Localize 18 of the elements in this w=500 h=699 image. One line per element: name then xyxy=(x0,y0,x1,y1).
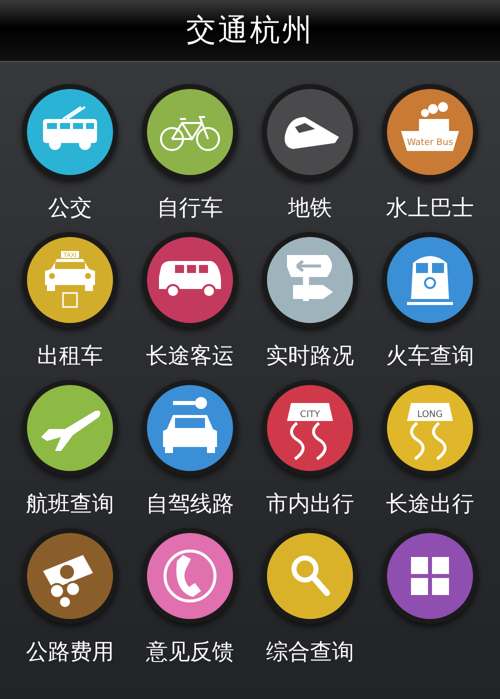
category-label: 实时路况 xyxy=(266,343,354,371)
category-label: 市内出行 xyxy=(266,491,354,519)
category-label: 意见反馈 xyxy=(146,639,234,667)
category-label: 公路费用 xyxy=(26,639,114,667)
category-label: 长途出行 xyxy=(386,491,474,519)
category-label: 航班查询 xyxy=(26,491,114,519)
category-label: 水上巴士 xyxy=(386,195,474,223)
category-label: 地铁 xyxy=(288,195,332,223)
page-title: 交通杭州 xyxy=(186,12,314,50)
category-label: 综合查询 xyxy=(266,639,354,667)
category-label: 自行车 xyxy=(157,195,223,223)
category-button[interactable]: CITY xyxy=(262,380,358,476)
category-label: 长途客运 xyxy=(146,343,234,371)
category-button[interactable]: LONG xyxy=(382,380,478,476)
category-label: 出租车 xyxy=(37,343,103,371)
category-label: 火车查询 xyxy=(386,343,474,371)
category-label: 自驾线路 xyxy=(146,491,234,519)
category-label: 公交 xyxy=(48,195,92,223)
